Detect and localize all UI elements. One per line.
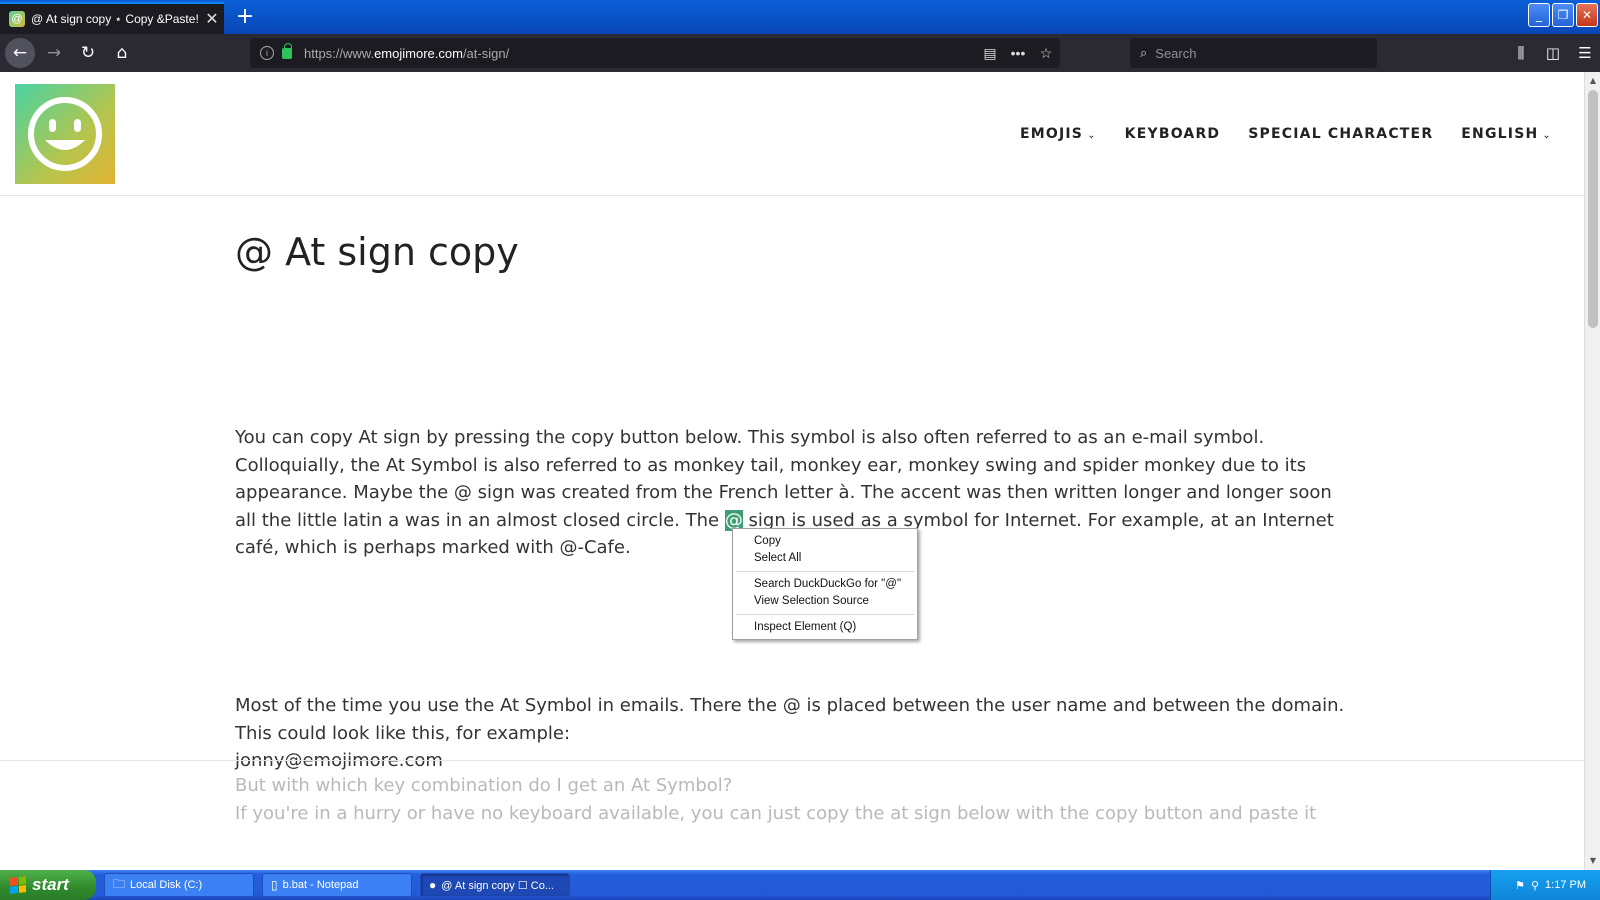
ctx-view-source[interactable]: View Selection Source — [733, 593, 917, 610]
taskbar-label: Local Disk (C:) — [130, 879, 203, 891]
taskbar-label: b.bat - Notepad — [282, 879, 359, 891]
taskbar: start 🗀 Local Disk (C:) ▯ b.bat - Notepad … — [0, 870, 1600, 900]
paragraph-text: Most of the time you use the At Symbol i… — [235, 695, 1345, 744]
faded-heading: But with which key combination do I get … — [235, 775, 733, 796]
menu-item-english[interactable]: ENGLISH ⌄ — [1461, 126, 1552, 142]
taskbar-label: @ At sign copy ☐ Co... — [441, 879, 554, 892]
library-icon[interactable]: ⫼ — [1506, 38, 1536, 68]
forward-arrow-icon[interactable]: → — [39, 38, 69, 68]
taskbar-item-local-disk[interactable]: 🗀 Local Disk (C:) — [104, 873, 254, 897]
menu-label: SPECIAL CHARACTER — [1248, 126, 1434, 142]
sidebar-icon[interactable]: ◫ — [1538, 38, 1568, 68]
chevron-down-icon: ⌄ — [1087, 130, 1097, 141]
toolbar-right: ⫼ ◫ ☰ — [1504, 38, 1600, 68]
home-icon[interactable]: ⌂ — [107, 38, 137, 68]
active-tab[interactable]: @ @ At sign copy ⋆ Copy &Paste! ✕ — [0, 2, 224, 34]
reader-view-icon[interactable]: ▤ — [976, 45, 1004, 62]
scroll-up-icon[interactable]: ▲ — [1585, 74, 1600, 88]
site-info-icon[interactable]: i — [260, 46, 274, 60]
menu-item-keyboard[interactable]: KEYBOARD — [1125, 126, 1221, 142]
site-favicon: @ — [9, 11, 25, 27]
folder-icon: 🗀 — [113, 876, 126, 891]
menu-label: KEYBOARD — [1124, 126, 1221, 142]
ctx-select-all[interactable]: Select All — [733, 550, 917, 567]
search-tray-icon[interactable]: ⚲ — [1531, 879, 1539, 892]
url-text[interactable]: https://www.emojimore.com/at-sign/ — [304, 46, 976, 61]
search-input[interactable]: ⌕ Search — [1130, 38, 1377, 68]
bookmark-star-icon[interactable]: ☆ — [1032, 45, 1060, 62]
divider — [0, 760, 1584, 761]
chevron-down-icon: ⌄ — [1542, 130, 1552, 141]
search-icon: ⌕ — [1140, 45, 1148, 60]
page-scrollbar[interactable]: ▲ ▼ — [1584, 72, 1600, 870]
taskbar-item-notepad[interactable]: ▯ b.bat - Notepad — [262, 873, 412, 897]
hamburger-menu-icon[interactable]: ☰ — [1570, 38, 1600, 68]
network-icon[interactable]: ⚑ — [1515, 879, 1525, 892]
page-title: @ At sign copy — [235, 230, 519, 274]
web-page: EMOJIS ⌄ KEYBOARD SPECIAL CHARACTER ENGLI… — [0, 72, 1584, 870]
ctx-inspect[interactable]: Inspect Element (Q) — [733, 619, 917, 636]
tab-title: @ At sign copy ⋆ Copy &Paste! — [31, 12, 199, 26]
site-logo[interactable] — [15, 84, 115, 184]
lock-icon[interactable] — [282, 42, 292, 59]
menu-label: EMOJIS — [1019, 126, 1084, 142]
url-domain: emojimore.com — [374, 45, 463, 61]
scroll-thumb[interactable] — [1588, 90, 1598, 328]
menu-item-special-character[interactable]: SPECIAL CHARACTER — [1248, 126, 1433, 142]
scroll-down-icon[interactable]: ▼ — [1585, 854, 1600, 868]
url-prefix: https://www. — [304, 45, 375, 61]
new-tab-button[interactable]: + — [232, 4, 258, 30]
minimize-button[interactable]: _ — [1528, 3, 1550, 27]
firefox-icon: ● — [429, 878, 437, 892]
ctx-search[interactable]: Search DuckDuckGo for "@" — [733, 576, 917, 593]
restore-button[interactable]: ❐ — [1552, 3, 1574, 27]
window-controls: _ ❐ ✕ — [1528, 3, 1598, 27]
window-close-button[interactable]: ✕ — [1576, 3, 1598, 27]
context-menu: Copy Select All Search DuckDuckGo for "@… — [732, 528, 918, 640]
reload-icon[interactable]: ↻ — [73, 38, 103, 68]
windows-flag-icon — [10, 876, 26, 894]
back-arrow-icon[interactable]: ← — [5, 38, 35, 68]
start-button[interactable]: start — [0, 870, 96, 900]
ctx-copy[interactable]: Copy — [733, 533, 917, 550]
page-actions-icon[interactable]: ••• — [1004, 45, 1032, 61]
system-tray: ⚑ ⚲ 1:17 PM — [1490, 870, 1600, 900]
url-bar[interactable]: i https://www.emojimore.com/at-sign/ ▤ •… — [250, 38, 1060, 68]
menu-item-emojis[interactable]: EMOJIS ⌄ — [1020, 126, 1097, 142]
site-header: EMOJIS ⌄ KEYBOARD SPECIAL CHARACTER ENGLI… — [0, 72, 1584, 196]
start-label: start — [32, 875, 69, 894]
tab-close-icon[interactable]: ✕ — [200, 9, 224, 29]
browser-tab-bar: @ @ At sign copy ⋆ Copy &Paste! ✕ + _ ❐ … — [0, 0, 1600, 34]
search-placeholder: Search — [1155, 45, 1197, 61]
navigation-toolbar: ← → ↻ ⌂ i https://www.emojimore.com/at-s… — [0, 34, 1600, 72]
email-paragraph: Most of the time you use the At Symbol i… — [235, 692, 1355, 775]
url-path: /at-sign/ — [462, 45, 510, 61]
main-menu: EMOJIS ⌄ KEYBOARD SPECIAL CHARACTER ENGLI… — [1020, 126, 1552, 142]
faded-paragraph: If you're in a hurry or have no keyboard… — [235, 803, 1317, 824]
smiley-logo-icon — [28, 97, 102, 171]
taskbar-item-firefox[interactable]: ● @ At sign copy ☐ Co... — [420, 873, 570, 897]
notepad-icon: ▯ — [271, 878, 278, 892]
clock: 1:17 PM — [1545, 879, 1586, 891]
menu-separator — [736, 614, 914, 615]
faded-content: But with which key combination do I get … — [235, 772, 1355, 828]
menu-label: ENGLISH — [1461, 126, 1539, 142]
menu-separator — [736, 571, 914, 572]
